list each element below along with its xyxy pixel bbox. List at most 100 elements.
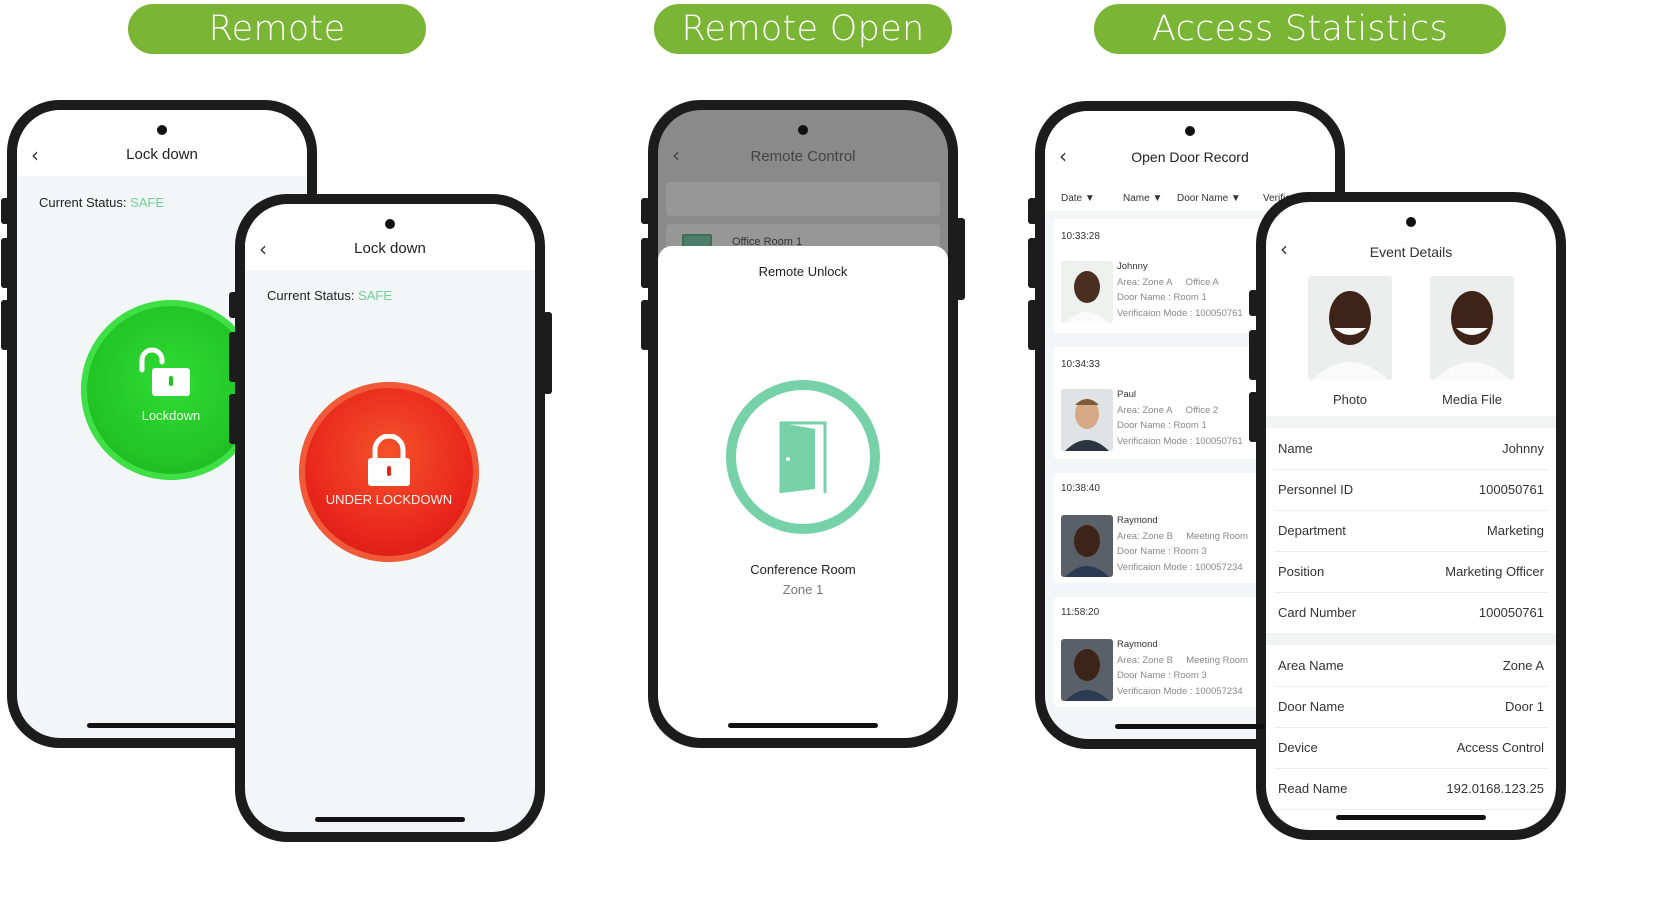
detail-value: 100050761 — [1478, 605, 1544, 620]
banner-remote-lockdown: Remote Lockdown — [128, 4, 426, 99]
record-door: Door Name : Room 1 — [1117, 420, 1207, 431]
detail-row: Position Marketing Officer — [1266, 551, 1556, 592]
record-area-line: Area: Zone A Office A — [1117, 275, 1243, 291]
record-mode: Verificaion Mode : 100057234 — [1117, 685, 1243, 697]
detail-row: Card Number 100050761 — [1266, 592, 1556, 633]
record-mode: Verificaion Mode : 100057234 — [1117, 561, 1243, 573]
record-name: Paul — [1117, 389, 1137, 400]
detail-label: Read Name — [1278, 781, 1348, 796]
banner-remote-open: Remote Open — [654, 4, 952, 54]
search-bar — [666, 182, 940, 216]
current-status: Current Status: SAFE — [267, 288, 392, 303]
avatar — [1061, 389, 1113, 451]
record-time: 10:33:28 — [1061, 231, 1100, 242]
record-details: Raymond Area: Zone B Meeting Room Door N… — [1117, 513, 1248, 575]
front-camera — [385, 219, 395, 229]
record-room: Office A — [1185, 276, 1219, 288]
detail-label: Card Number — [1278, 605, 1357, 620]
home-indicator — [87, 723, 237, 728]
detail-row: Area Name Zone A — [1266, 645, 1556, 686]
detail-value: Johnny — [1502, 441, 1544, 456]
record-area-line: Area: Zone A Office 2 — [1117, 403, 1243, 419]
caret-down-icon: ▼ — [1152, 193, 1163, 204]
door-unlock-button[interactable] — [726, 380, 880, 534]
detail-label: Department — [1278, 523, 1346, 538]
filter-date[interactable]: Date ▼ — [1061, 193, 1095, 204]
caret-down-icon: ▼ — [1084, 193, 1095, 204]
sheet-title: Remote Unlock — [758, 264, 848, 279]
record-details: Paul Area: Zone A Office 2 Door Name : R… — [1117, 387, 1243, 449]
phone5-screen: ‹ Event Details Photo Media File Name Jo… — [1266, 202, 1556, 830]
detail-value: Zone A — [1502, 658, 1544, 673]
filter-name-label: Name — [1123, 193, 1150, 204]
page-title: Event Details — [1369, 244, 1453, 260]
detail-row: Name Johnny — [1266, 428, 1556, 469]
phone2-screen: ‹ Lock down Current Status: SAFE UNDER L… — [245, 204, 535, 832]
current-status: Current Status: SAFE — [39, 195, 164, 210]
phone2-header: ‹ Lock down — [245, 204, 535, 270]
record-area: Area: Zone B — [1117, 530, 1173, 542]
section-separator — [1266, 633, 1556, 645]
filter-name[interactable]: Name ▼ — [1123, 193, 1162, 204]
filter-door-label: Door Name — [1177, 193, 1229, 204]
detail-label: Device — [1278, 740, 1318, 755]
detail-value: Door 1 — [1504, 699, 1544, 714]
record-area-line: Area: Zone B Meeting Room — [1117, 529, 1248, 545]
record-name: Johnny — [1117, 261, 1148, 272]
phone5-device: ‹ Event Details Photo Media File Name Jo… — [1256, 192, 1566, 840]
phone2-device: ‹ Lock down Current Status: SAFE UNDER L… — [235, 194, 545, 842]
phone1-header: ‹ Lock down — [17, 110, 307, 176]
record-room: Meeting Room — [1186, 530, 1248, 542]
status-value: SAFE — [358, 288, 393, 303]
page-title: Lock down — [354, 240, 426, 257]
status-label: Current Status: — [39, 195, 127, 210]
detail-label: Personnel ID — [1278, 482, 1354, 497]
filter-door-name[interactable]: Door Name ▼ — [1177, 193, 1241, 204]
caret-down-icon: ▼ — [1230, 193, 1241, 204]
detail-value: 100050761 — [1478, 482, 1544, 497]
record-details: Johnny Area: Zone A Office A Door Name :… — [1117, 259, 1243, 321]
record-time: 10:34:33 — [1061, 359, 1100, 370]
record-room: Office 2 — [1185, 404, 1219, 416]
record-door: Door Name : Room 3 — [1117, 546, 1207, 557]
record-door: Door Name : Room 3 — [1117, 670, 1207, 681]
locked-padlock-icon — [368, 434, 410, 486]
detail-value: Access Control — [1456, 740, 1544, 755]
detail-value: Marketing Officer — [1445, 564, 1544, 579]
section-separator — [1266, 416, 1556, 428]
record-time: 10:38:40 — [1061, 483, 1100, 494]
remote-unlock-sheet: Remote Unlock Conference Room Zone 1 — [658, 246, 948, 738]
detail-value: Marketing — [1486, 523, 1544, 538]
record-mode: Verificaion Mode : 100050761 — [1117, 307, 1243, 319]
phone3-device: ‹ Remote Control Office Room 1 Remote Un… — [648, 100, 958, 748]
front-camera — [1185, 126, 1195, 136]
record-door: Door Name : Room 1 — [1117, 292, 1207, 303]
detail-row: Personnel ID 100050761 — [1266, 469, 1556, 510]
filter-date-label: Date — [1061, 193, 1083, 204]
page-title: Lock down — [126, 146, 198, 163]
door-name: Conference Room — [750, 562, 856, 577]
front-camera — [798, 125, 808, 135]
record-area: Area: Zone A — [1117, 276, 1173, 288]
record-details: Raymond Area: Zone B Meeting Room Door N… — [1117, 637, 1248, 699]
page-title: Remote Control — [750, 148, 856, 165]
home-indicator — [728, 723, 878, 728]
media-file-thumbnail[interactable] — [1430, 276, 1514, 380]
unlocked-padlock-icon — [139, 347, 190, 396]
detail-row: Read Name 192.0168.123.25 — [1266, 768, 1556, 809]
avatar — [1061, 261, 1113, 323]
record-area: Area: Zone B — [1117, 654, 1173, 666]
under-lockdown-button[interactable]: UNDER LOCKDOWN — [299, 382, 479, 562]
zone-label: Zone 1 — [782, 582, 824, 597]
photo-thumbnail[interactable] — [1308, 276, 1392, 380]
detail-value: 192.0168.123.25 — [1446, 781, 1544, 796]
avatar — [1061, 639, 1113, 701]
phone3-screen: ‹ Remote Control Office Room 1 Remote Un… — [658, 110, 948, 738]
lockdown-button[interactable]: Lockdown — [81, 300, 261, 480]
record-room: Meeting Room — [1186, 654, 1248, 666]
avatar — [1061, 515, 1113, 577]
detail-row: Device Access Control — [1266, 727, 1556, 768]
record-area-line: Area: Zone B Meeting Room — [1117, 653, 1248, 669]
detail-label: Position — [1278, 564, 1325, 579]
record-area: Area: Zone A — [1117, 404, 1173, 416]
